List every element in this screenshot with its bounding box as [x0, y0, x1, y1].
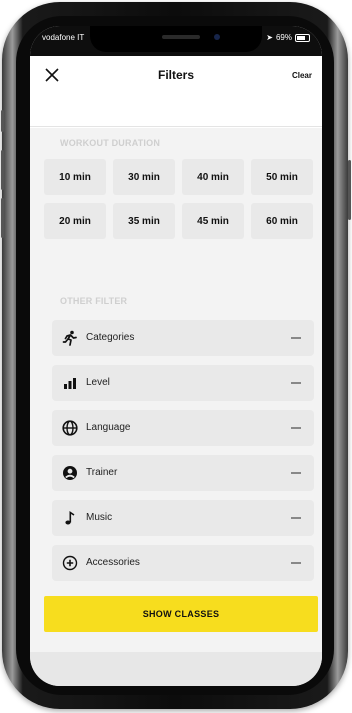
side-button: [1, 110, 4, 132]
page-title: Filters: [157, 68, 194, 82]
side-button: [1, 198, 4, 238]
minus-icon: [291, 562, 301, 564]
filter-item-level[interactable]: Level: [52, 365, 314, 401]
show-classes-button[interactable]: SHOW CLASSES: [44, 596, 318, 632]
filter-label-categories: Categories: [86, 332, 135, 343]
duration-option-10[interactable]: 10 min: [44, 159, 106, 195]
duration-option-20[interactable]: 20 min: [44, 203, 106, 239]
minus-icon: [291, 472, 301, 474]
divider: [30, 126, 322, 127]
carrier-label: vodafone IT: [42, 33, 85, 42]
location-icon: ➤: [266, 33, 273, 42]
duration-option-45[interactable]: 45 min: [182, 203, 244, 239]
filter-label-accessories: Accessories: [86, 557, 140, 568]
filter-item-music[interactable]: Music: [52, 500, 314, 536]
running-person-icon: [62, 330, 77, 346]
side-button: [1, 150, 4, 190]
other-filter-label: OTHER FILTER: [60, 296, 128, 306]
header: Filters Clear: [30, 56, 322, 128]
battery-icon: [295, 33, 310, 42]
notch: [90, 26, 262, 52]
battery-label: 69%: [275, 33, 292, 42]
filter-list: Categories Level Language Trainer Music …: [52, 320, 314, 590]
clear-button[interactable]: Clear: [292, 71, 312, 80]
filter-item-trainer[interactable]: Trainer: [52, 455, 314, 491]
minus-icon: [291, 382, 301, 384]
user-circle-icon: [63, 466, 77, 480]
duration-option-30[interactable]: 30 min: [113, 159, 175, 195]
workout-duration-label: WORKOUT DURATION: [60, 138, 161, 148]
duration-option-50[interactable]: 50 min: [251, 159, 313, 195]
side-button: [348, 160, 351, 220]
duration-option-60[interactable]: 60 min: [251, 203, 313, 239]
minus-icon: [291, 427, 301, 429]
plus-circle-icon: [62, 555, 78, 571]
globe-icon: [62, 420, 78, 436]
filter-item-language[interactable]: Language: [52, 410, 314, 446]
filter-label-level: Level: [86, 377, 110, 388]
filter-label-language: Language: [86, 422, 131, 433]
bottom-bar: [30, 652, 322, 686]
minus-icon: [291, 517, 301, 519]
status-right: ➤ 69%: [266, 33, 310, 42]
status-bar: vodafone IT ➤ 69%: [30, 26, 322, 56]
music-note-icon: [65, 510, 75, 525]
duration-option-40[interactable]: 40 min: [182, 159, 244, 195]
minus-icon: [291, 337, 301, 339]
speaker-icon: [162, 35, 200, 39]
camera-icon: [214, 34, 220, 40]
filter-item-accessories[interactable]: Accessories: [52, 545, 314, 581]
level-bars-icon: [64, 378, 76, 389]
filter-label-music: Music: [86, 512, 113, 523]
filter-item-categories[interactable]: Categories: [52, 320, 314, 356]
phone-screen: vodafone IT ➤ 69% Filters Clear WORKOUT …: [30, 26, 322, 686]
filter-label-trainer: Trainer: [86, 467, 118, 478]
duration-option-35[interactable]: 35 min: [113, 203, 175, 239]
duration-grid: 10 min 30 min 40 min 50 min 20 min 35 mi…: [44, 159, 316, 239]
